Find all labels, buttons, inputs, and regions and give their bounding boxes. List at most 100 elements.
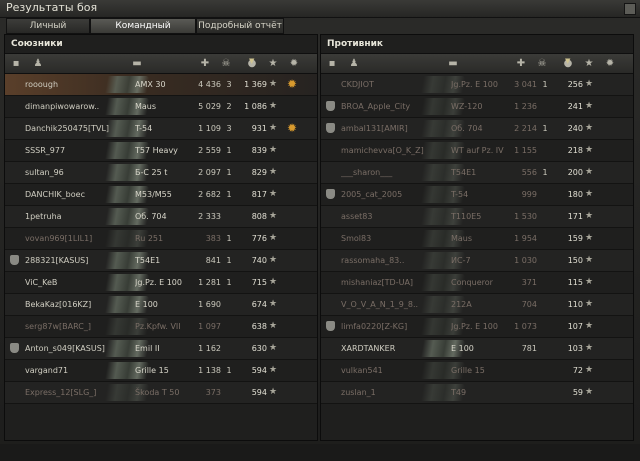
table-row[interactable]: dimanpiwowarow.. Maus 5 029 2 1 086 ★: [5, 96, 317, 118]
clan-column-icon[interactable]: ▪: [11, 58, 21, 69]
medal-icon[interactable]: ✹: [285, 74, 299, 95]
xp-value: 115: [567, 278, 583, 287]
xp-value: 180: [567, 190, 583, 199]
table-row[interactable]: 1petruha Об. 704 2 333 808 ★: [5, 206, 317, 228]
star-icon: ★: [269, 387, 278, 397]
star-icon: ★: [269, 145, 278, 155]
star-icon: ★: [269, 321, 278, 331]
damage-value: 2 097: [198, 168, 221, 177]
star-column-icon[interactable]: ★: [265, 58, 281, 69]
table-row[interactable]: ambal131[AMIR] Об. 704 2 214 1 240 ★: [321, 118, 633, 140]
kills-value: 3: [226, 124, 232, 133]
xp-value: 256: [567, 80, 583, 89]
tank-name: Об. 704: [451, 124, 483, 133]
kills-value: 1: [226, 146, 232, 155]
kills-value: [223, 316, 235, 337]
tank-name: T110E5: [451, 212, 482, 221]
tank-name: ИС-7: [451, 256, 471, 265]
table-row[interactable]: BROA_Apple_City WZ-120 1 236 241 ★: [321, 96, 633, 118]
xp-column-icon[interactable]: ● ▼: [559, 57, 577, 69]
damage-column-icon[interactable]: ✚: [195, 58, 215, 69]
tank-name: M53/M55: [135, 190, 172, 199]
table-row[interactable]: vargand71 Grille 15 1 138 1 594 ★: [5, 360, 317, 382]
player-column-icon[interactable]: ♟: [349, 58, 359, 69]
damage-column-icon[interactable]: ✚: [511, 58, 531, 69]
tank-name: WT auf Pz. IV: [451, 146, 504, 155]
medal-column-icon[interactable]: ✹: [287, 58, 301, 69]
kills-value: 1: [542, 124, 548, 133]
kills-column-icon[interactable]: ☠: [217, 58, 235, 69]
table-row[interactable]: asset83 T110E5 1 530 171 ★: [321, 206, 633, 228]
table-row[interactable]: mishaniaz[TD-UA] Conqueror 371 115 ★: [321, 272, 633, 294]
table-row[interactable]: ___sharon___ T54E1 556 1 200 ★: [321, 162, 633, 184]
clan-shield-icon: [10, 343, 19, 353]
close-icon[interactable]: [624, 3, 636, 15]
medal-column-icon[interactable]: ✹: [603, 58, 617, 69]
table-row[interactable]: V_O_V_A_N_1_9_8.. 212A 704 110 ★: [321, 294, 633, 316]
table-row[interactable]: ViC_KeB Jg.Pz. E 100 1 281 1 715 ★: [5, 272, 317, 294]
table-row[interactable]: 288321[KASUS] T54E1 841 1 740 ★: [5, 250, 317, 272]
table-row[interactable]: rooough AMX 30 4 436 3 1 369 ★ ✹: [5, 74, 317, 96]
star-icon: ★: [269, 101, 278, 111]
star-icon: ★: [585, 277, 594, 287]
tank-name: WZ-120: [451, 102, 483, 111]
star-icon: ★: [585, 343, 594, 353]
xp-value: 829: [251, 168, 267, 177]
enemies-panel: Противник ▪ ♟ ▬ ✚ ☠ ● ▼ ★ ✹ CKDJIOT Jg.Pz.…: [320, 34, 634, 441]
star-column-icon[interactable]: ★: [581, 58, 597, 69]
player-column-icon[interactable]: ♟: [33, 58, 43, 69]
table-row[interactable]: Smol83 Maus 1 954 159 ★: [321, 228, 633, 250]
tab-personal-result[interactable]: Личный результат: [6, 18, 90, 45]
tab-detailed-report[interactable]: Подробный отчёт: [196, 18, 284, 34]
table-row[interactable]: vulkan541 Grille 15 72 ★: [321, 360, 633, 382]
star-icon: ★: [585, 211, 594, 221]
star-icon: ★: [585, 79, 594, 89]
star-icon: ★: [585, 189, 594, 199]
kills-column-icon[interactable]: ☠: [533, 58, 551, 69]
kills-value: 2: [226, 102, 232, 111]
table-row[interactable]: XARDTANKER E 100 781 103 ★: [321, 338, 633, 360]
xp-column-icon[interactable]: ● ▼: [243, 57, 261, 69]
tank-column-icon[interactable]: ▬: [123, 58, 151, 69]
damage-value: 704: [521, 300, 537, 309]
star-icon: ★: [269, 233, 278, 243]
table-row[interactable]: Danchik250475[TVL] T-54 1 109 3 931 ★ ✹: [5, 118, 317, 140]
table-row[interactable]: 2005_cat_2005 T-54 999 180 ★: [321, 184, 633, 206]
clan-shield-icon: [326, 101, 335, 111]
table-row[interactable]: Express_12[SLG_] Škoda T 50 373 594 ★: [5, 382, 317, 404]
title-bar: Результаты боя: [0, 0, 640, 18]
kills-value: [223, 206, 235, 227]
damage-value: 1 690: [198, 300, 221, 309]
damage-value: 781: [521, 344, 537, 353]
table-row[interactable]: mamichevva[O_K_Z] WT auf Pz. IV 1 155 218 ★: [321, 140, 633, 162]
table-row[interactable]: serg87w[BARC_] Pz.Kpfw. VII 1 097 638 ★: [5, 316, 317, 338]
table-row[interactable]: BekaKaz[016KZ] E 100 1 690 674 ★: [5, 294, 317, 316]
kills-value: 1: [542, 80, 548, 89]
damage-value: [507, 382, 537, 403]
medal-icon[interactable]: ✹: [285, 118, 299, 139]
tab-team-result[interactable]: Командный результат: [90, 18, 196, 45]
sort-arrow-icon: ▼: [565, 57, 571, 65]
xp-value: 594: [251, 388, 267, 397]
table-row[interactable]: SSSR_977 T57 Heavy 2 559 1 839 ★: [5, 140, 317, 162]
kills-value: [539, 382, 551, 403]
table-row[interactable]: Anton_s049[KASUS] Emil II 1 162 630 ★: [5, 338, 317, 360]
table-row[interactable]: vovan969[1LIL1] Ru 251 383 1 776 ★: [5, 228, 317, 250]
table-row[interactable]: CKDJIOT Jg.Pz. E 100 3 041 1 256 ★: [321, 74, 633, 96]
damage-value: 1 530: [514, 212, 537, 221]
table-row[interactable]: rassomaha_83.. ИС-7 1 030 150 ★: [321, 250, 633, 272]
xp-value: 59: [572, 388, 583, 397]
kills-value: [539, 96, 551, 117]
table-row[interactable]: zuslan_1 T49 59 ★: [321, 382, 633, 404]
clan-column-icon[interactable]: ▪: [327, 58, 337, 69]
damage-value: 2 682: [198, 190, 221, 199]
kills-value: [223, 294, 235, 315]
table-row[interactable]: limfa0220[Z-KG] Jg.Pz. E 100 1 073 107 ★: [321, 316, 633, 338]
tank-name: Grille 15: [135, 366, 169, 375]
tank-column-icon[interactable]: ▬: [439, 58, 467, 69]
table-row[interactable]: sultan_96 Б-С 25 t2 097 1 829 ★: [5, 162, 317, 184]
tank-name: T-54: [135, 124, 153, 133]
star-icon: ★: [269, 277, 278, 287]
xp-value: 674: [251, 300, 267, 309]
table-row[interactable]: DANCHIK_boec M53/M55 2 682 1 817 ★: [5, 184, 317, 206]
